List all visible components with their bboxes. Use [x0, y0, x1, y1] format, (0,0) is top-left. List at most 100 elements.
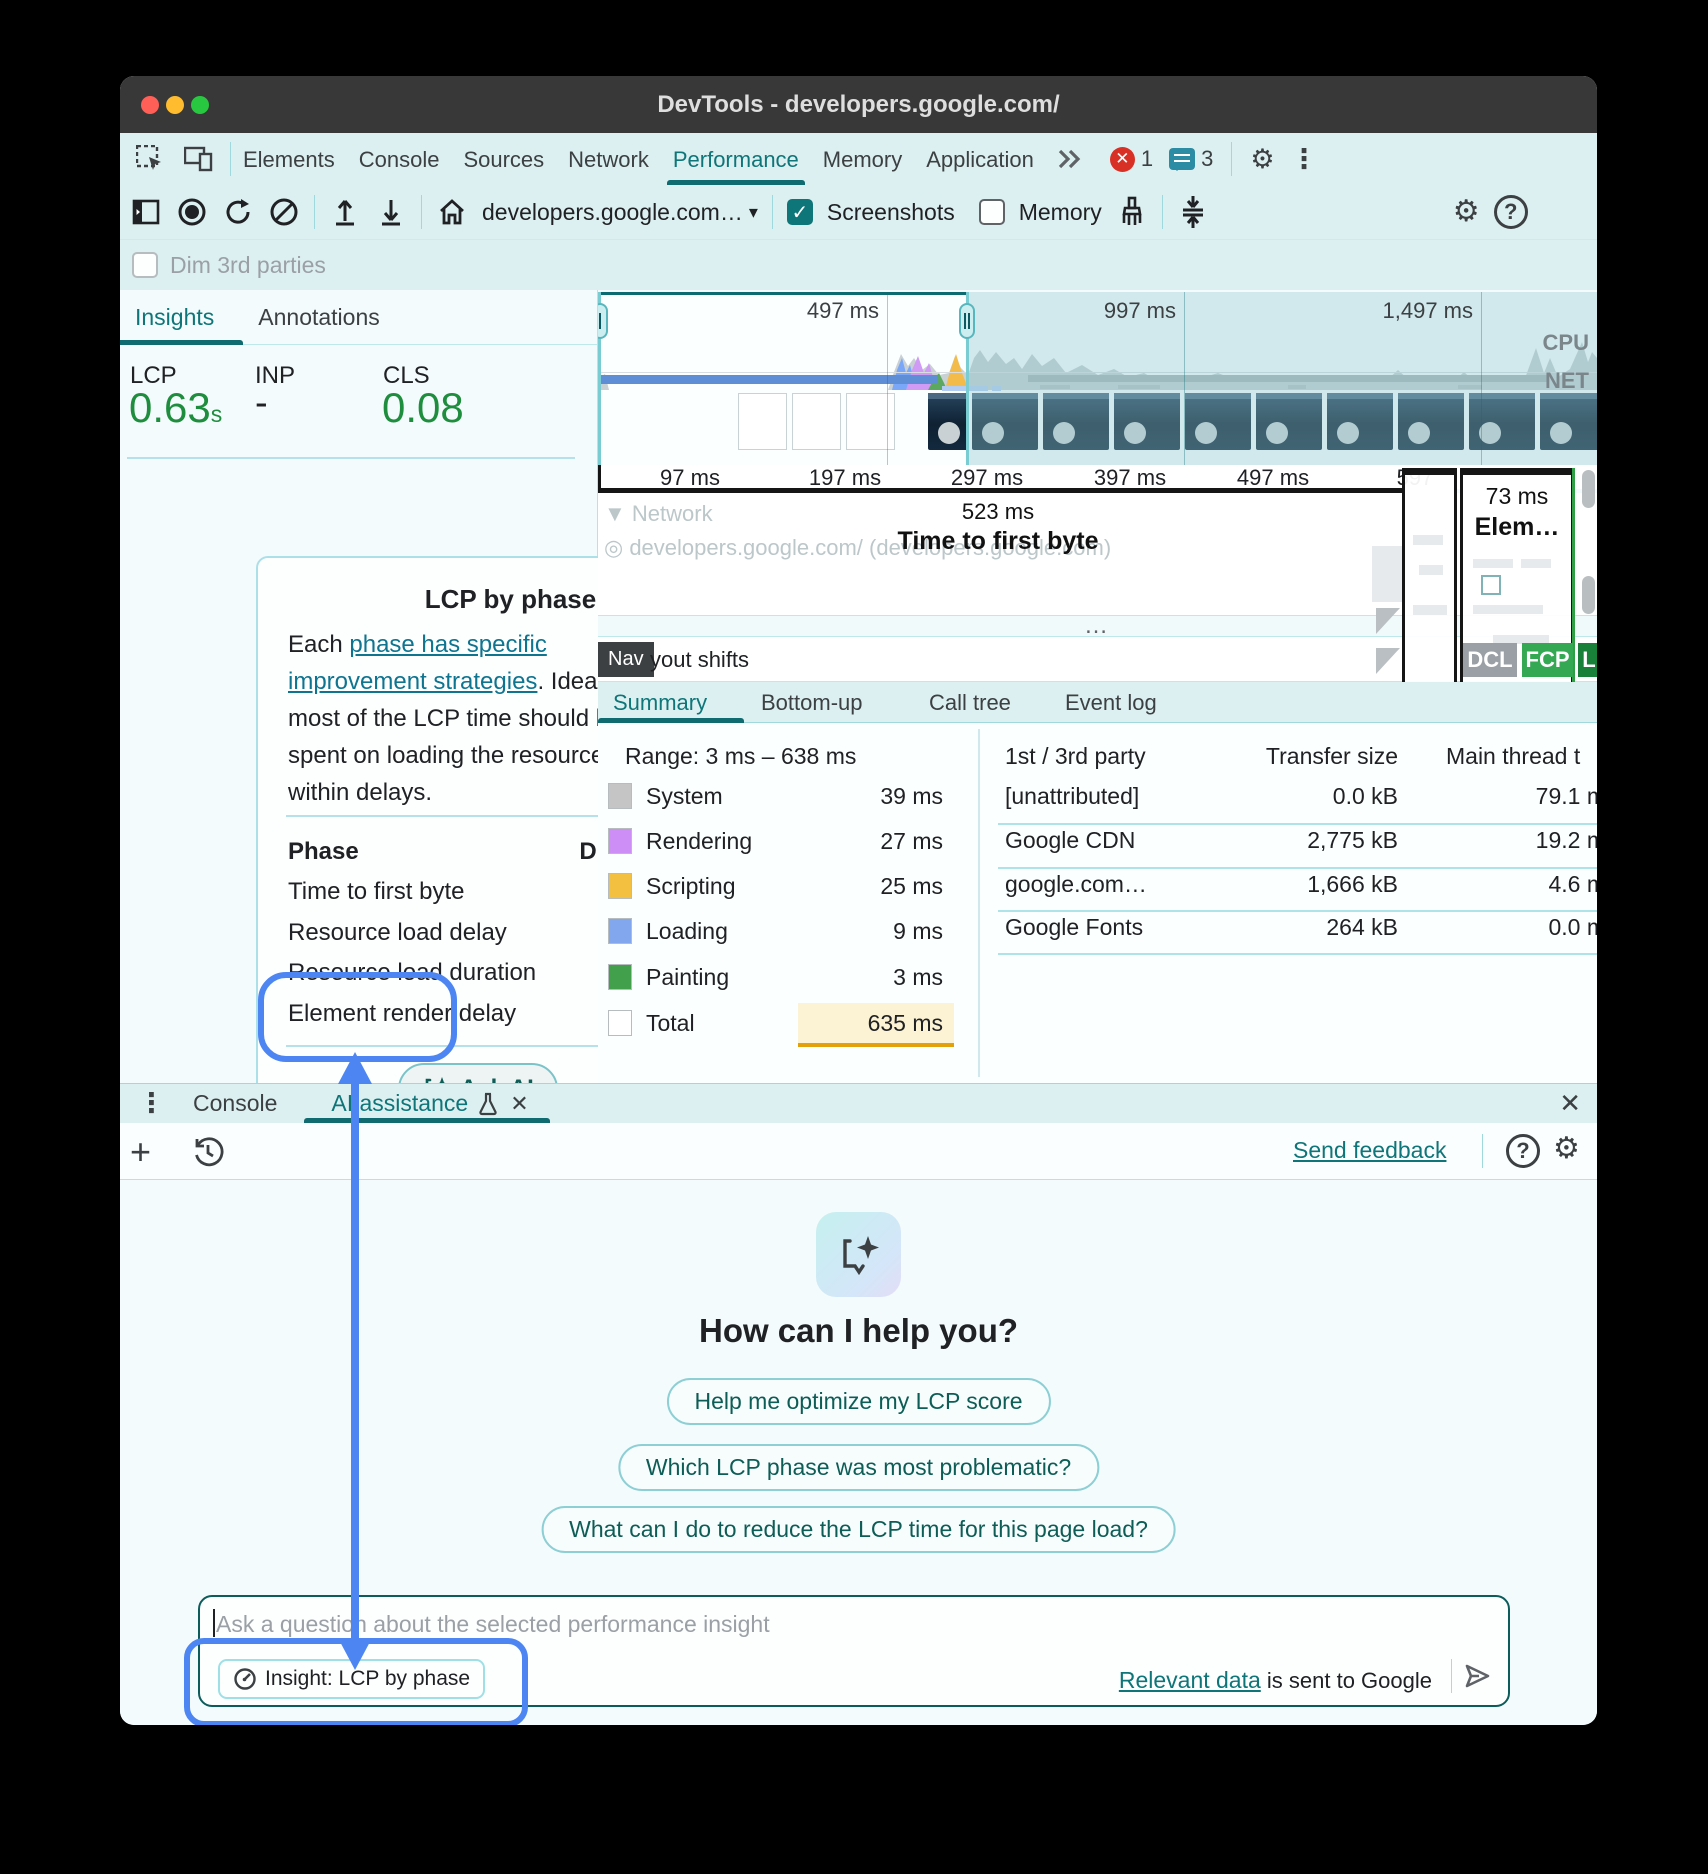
tab-annotations[interactable]: Annotations: [258, 304, 379, 331]
history-dropdown[interactable]: developers.google.com… ▾: [482, 199, 758, 226]
inspect-icon[interactable]: [136, 145, 164, 173]
drawer-help-icon[interactable]: ?: [1506, 1134, 1540, 1168]
drawer-toolbar: + Send feedback ? ⚙: [120, 1123, 1597, 1180]
party-cell[interactable]: google.com…: [1005, 871, 1147, 898]
ttfb-label: Time to first byte: [698, 527, 1298, 556]
legend-swatch: [608, 918, 632, 944]
data-disclaimer: Relevant data is sent to Google: [1119, 1667, 1432, 1694]
fcp-marker: FCP: [1522, 643, 1573, 677]
suggestion-chip[interactable]: What can I do to reduce the LCP time for…: [541, 1506, 1176, 1553]
clear-icon[interactable]: [268, 196, 300, 228]
cpu-track-label: CPU: [1543, 330, 1589, 356]
main-thread-cell: 0.0 m: [1446, 914, 1597, 941]
timeline-overview[interactable]: 497 ms 997 ms 1,497 ms CPU NET: [598, 292, 1597, 465]
close-drawer-icon[interactable]: ✕: [1559, 1088, 1581, 1119]
drawer-tab-bar: ⋮ Console AI assistance ✕ ✕: [120, 1083, 1597, 1123]
summary-divider: [978, 729, 980, 1077]
tab-summary[interactable]: Summary: [613, 690, 707, 716]
new-chat-icon[interactable]: +: [130, 1131, 151, 1173]
toggle-sidebar-icon[interactable]: [130, 196, 162, 228]
scrollbar-thumb[interactable]: [1582, 576, 1595, 614]
main-thread-cell: 4.6 m: [1446, 871, 1597, 898]
drawer-kebab-menu-icon[interactable]: ⋮: [138, 1090, 165, 1117]
collapse-tracks-icon[interactable]: [1177, 196, 1209, 228]
suggestion-chip[interactable]: Which LCP phase was most problematic?: [618, 1444, 1099, 1491]
tab-insights[interactable]: Insights: [135, 304, 214, 331]
tab-network[interactable]: Network: [556, 134, 661, 185]
help-icon[interactable]: ?: [1494, 195, 1528, 229]
ai-assistance-icon: [816, 1212, 901, 1297]
tab-elements[interactable]: Elements: [231, 134, 347, 185]
insight-chip-highlight-ring: [184, 1638, 528, 1725]
drawer-settings-gear-icon[interactable]: ⚙: [1553, 1134, 1580, 1164]
filmstrip-frame[interactable]: [792, 393, 841, 450]
filmstrip-frame[interactable]: [928, 393, 968, 450]
memory-checkbox[interactable]: [979, 199, 1005, 225]
close-ai-tab-icon[interactable]: ✕: [510, 1091, 528, 1117]
tab-ai-assistance[interactable]: AI assistance: [331, 1090, 468, 1117]
issue-count: 3: [1201, 146, 1213, 172]
relevant-data-link[interactable]: Relevant data: [1119, 1667, 1261, 1693]
home-icon[interactable]: [436, 196, 468, 228]
send-feedback-link[interactable]: Send feedback: [1293, 1137, 1446, 1164]
tab-console[interactable]: Console: [347, 134, 452, 185]
dim-third-parties-checkbox[interactable]: [132, 252, 158, 278]
tab-sources[interactable]: Sources: [451, 134, 556, 185]
tab-call-tree[interactable]: Call tree: [929, 690, 1011, 716]
legend-value: 25 ms: [833, 873, 943, 900]
sidebar-divider: [127, 457, 575, 459]
details-tab-strip: Summary Bottom-up Call tree Event log: [598, 682, 1597, 723]
selection-right-handle[interactable]: [959, 303, 975, 339]
error-badge[interactable]: ✕ 1: [1110, 146, 1153, 172]
inp-metric-value: -: [255, 382, 268, 425]
tab-drawer-console[interactable]: Console: [193, 1090, 277, 1117]
main-thread-cell: 19.2 m: [1446, 827, 1597, 854]
legend-value: 27 ms: [833, 828, 943, 855]
scrollbar-thumb[interactable]: [1582, 470, 1595, 508]
legend-swatch: [608, 1010, 632, 1036]
issues-badge[interactable]: 3: [1169, 146, 1213, 172]
more-tabs-icon[interactable]: [1056, 147, 1086, 171]
tab-event-log[interactable]: Event log: [1065, 690, 1157, 716]
screenshots-label: Screenshots: [827, 199, 955, 226]
overview-time-label: 997 ms: [1076, 298, 1176, 324]
history-icon[interactable]: [192, 1136, 224, 1168]
tab-memory[interactable]: Memory: [811, 134, 914, 185]
filmstrip-frame[interactable]: [738, 393, 787, 450]
tab-application[interactable]: Application: [914, 134, 1046, 185]
send-icon[interactable]: [1462, 1661, 1492, 1691]
reload-record-icon[interactable]: [222, 196, 254, 228]
legend-swatch: [608, 783, 632, 809]
suggestion-chip[interactable]: Help me optimize my LCP score: [666, 1378, 1050, 1425]
download-profile-icon[interactable]: [375, 196, 407, 228]
device-toolbar-icon[interactable]: [184, 145, 214, 173]
garbage-collect-icon[interactable]: [1116, 196, 1148, 228]
flame-ghost: [1376, 608, 1400, 634]
selection-left-handle[interactable]: [598, 303, 608, 339]
recorded-url: developers.google.com…: [482, 199, 743, 226]
party-cell[interactable]: Google CDN: [1005, 827, 1135, 854]
summary-panel: Range: 3 ms – 638 ms System 39 ms Render…: [598, 723, 1597, 1083]
tab-performance[interactable]: Performance: [661, 134, 811, 185]
transfer-cell: 0.0 kB: [1198, 783, 1398, 810]
transfer-cell: 2,775 kB: [1198, 827, 1398, 854]
legend-value: 635 ms: [833, 1010, 943, 1037]
performance-toolbar: developers.google.com… ▾ ✓ Screenshots M…: [120, 185, 1597, 240]
devtools-tab-bar: Elements Console Sources Network Perform…: [120, 133, 1597, 186]
upload-profile-icon[interactable]: [329, 196, 361, 228]
party-cell[interactable]: Google Fonts: [1005, 914, 1143, 941]
cls-metric-value: 0.08: [382, 384, 464, 432]
screenshots-checkbox[interactable]: ✓: [787, 199, 813, 225]
dim-third-parties-label: Dim 3rd parties: [170, 252, 326, 279]
settings-gear-icon[interactable]: ⚙: [1250, 146, 1274, 173]
party-cell[interactable]: [unattributed]: [1005, 783, 1139, 810]
kebab-menu-icon[interactable]: ⋮: [1291, 146, 1318, 173]
memory-label: Memory: [1019, 199, 1102, 226]
ellipsis-icon: …: [1084, 622, 1111, 630]
tab-bottom-up[interactable]: Bottom-up: [761, 690, 863, 716]
legend-swatch: [608, 828, 632, 854]
main-thread-cell: 79.1 m: [1446, 783, 1597, 810]
record-icon[interactable]: [176, 196, 208, 228]
chevron-down-icon: ▾: [749, 202, 758, 223]
panel-settings-gear-icon[interactable]: ⚙: [1453, 197, 1480, 227]
